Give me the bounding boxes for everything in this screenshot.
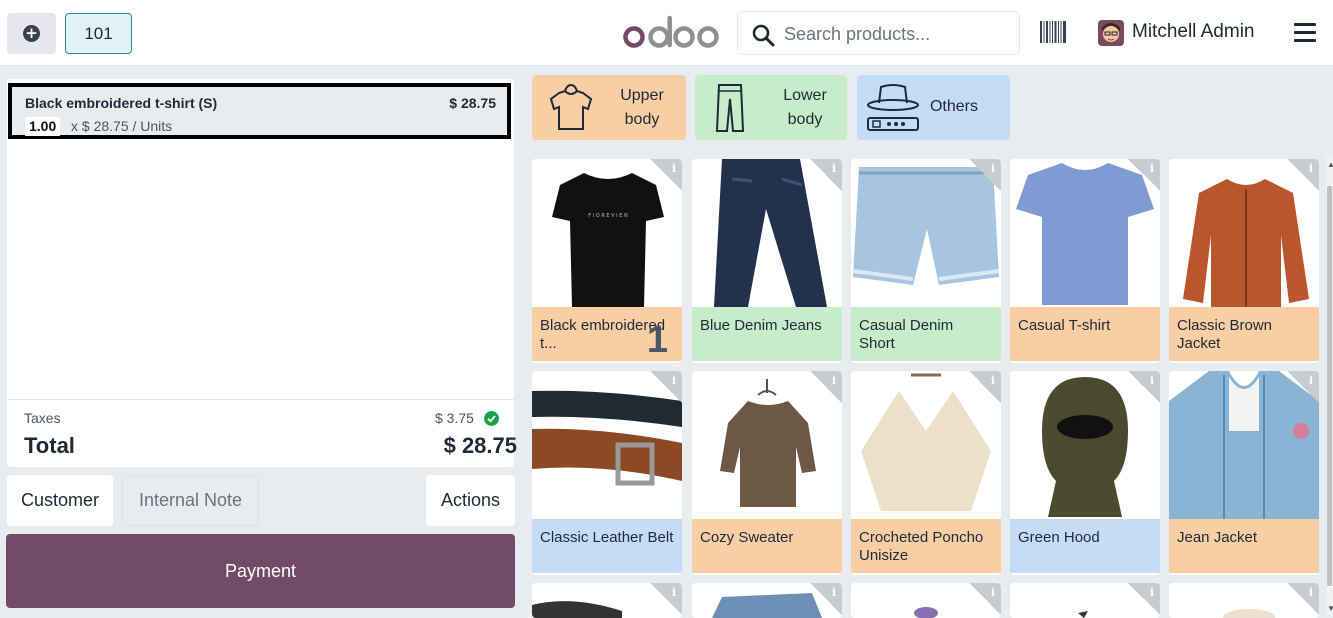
order-line-unit-price: x $ 28.75 / Units [71,118,173,134]
info-icon[interactable]: i [991,374,995,387]
product-name: Crocheted Poncho Unisize [851,519,1001,573]
info-corner [1128,583,1160,615]
info-corner [650,159,682,191]
category-lower-body[interactable]: Lower body [695,75,847,140]
search-input[interactable] [784,20,1009,48]
top-bar: + 101 Mitchell Admin [0,0,1333,66]
info-icon[interactable]: i [832,162,836,175]
product-name: Casual T-shirt [1010,307,1160,361]
product-card-partial[interactable]: i [1010,583,1160,618]
order-line-price: $ 28.75 [449,95,496,111]
hamburger-menu-icon[interactable] [1294,23,1316,43]
product-name: Jean Jacket [1169,519,1319,573]
info-icon[interactable]: i [991,162,995,175]
order-line-selected[interactable]: Black embroidered t-shirt (S) $ 28.75 1.… [8,83,511,139]
taxes-label: Taxes [24,410,61,426]
info-corner [969,159,1001,191]
category-upper-body[interactable]: Upper body [532,75,686,140]
info-icon[interactable]: i [1309,586,1313,599]
info-icon[interactable]: i [1150,162,1154,175]
category-label: Lower [783,87,827,104]
user-avatar[interactable] [1098,20,1124,46]
payment-button[interactable]: Payment [6,534,515,608]
new-order-button[interactable]: + [7,13,56,54]
category-label-2: body [624,111,660,128]
product-name: Casual Denim Short [851,307,1001,361]
search-icon [752,24,775,47]
info-corner [1128,371,1160,403]
info-corner [1287,159,1319,191]
plus-circle-icon: + [23,25,40,42]
info-corner [810,159,842,191]
product-card-partial[interactable]: i [1169,583,1319,618]
divider [7,399,514,400]
info-corner [1128,159,1160,191]
total-label: Total [24,433,75,458]
product-card-black-tshirt[interactable]: F I O R E V I E N Black embroidered t...… [532,159,682,363]
info-icon[interactable]: i [832,374,836,387]
product-name: Blue Denim Jeans [692,307,842,361]
product-name: Classic Brown Jacket [1169,307,1319,361]
info-corner [1287,583,1319,615]
total-value: $ 28.75 [443,433,517,458]
product-card-crocheted-poncho[interactable]: Crocheted Poncho Unisize i [851,371,1001,575]
info-icon[interactable]: i [672,586,676,599]
info-icon[interactable]: i [672,162,676,175]
tshirt-icon [549,83,593,130]
actions-button[interactable]: Actions [426,475,515,526]
info-icon[interactable]: i [1150,586,1154,599]
info-icon[interactable]: i [672,374,676,387]
info-icon[interactable]: i [832,586,836,599]
info-icon[interactable]: i [1309,162,1313,175]
category-label: Upper [620,87,664,104]
product-search[interactable] [737,11,1020,55]
product-card-jean-jacket[interactable]: Jean Jacket i [1169,371,1319,575]
hat-belt-icon [867,84,919,131]
info-icon[interactable]: i [1309,374,1313,387]
info-corner [650,371,682,403]
product-card-leather-belt[interactable]: Classic Leather Belt i [532,371,682,575]
scroll-down-arrow-icon[interactable]: ▼ [1327,604,1333,613]
product-card-green-hood[interactable]: Green Hood i [1010,371,1160,575]
order-line-name: Black embroidered t-shirt (S) [25,95,218,111]
category-label: Others [929,98,978,115]
pants-icon [715,84,745,132]
odoo-logo [623,15,719,48]
scroll-up-arrow-icon[interactable]: ▲ [1327,160,1333,169]
category-label-2: body [787,111,823,128]
product-card-partial[interactable]: i [532,583,682,618]
info-corner [1287,371,1319,403]
info-corner [969,583,1001,615]
order-line-qty: 1.00 [25,117,61,136]
product-qty-badge: 1 [646,319,668,361]
product-name: Classic Leather Belt [532,519,682,573]
product-card-partial[interactable]: i [692,583,842,618]
user-name[interactable]: Mitchell Admin [1132,21,1255,43]
product-card-casual-tshirt[interactable]: Casual T-shirt i [1010,159,1160,363]
product-name: Cozy Sweater [692,519,842,573]
customer-button[interactable]: Customer [7,475,113,526]
category-others[interactable]: Others [857,75,1010,140]
info-icon[interactable]: i [1150,374,1154,387]
product-card-blue-jeans[interactable]: Blue Denim Jeans i [692,159,842,363]
taxes-value: $ 3.75 [435,410,474,426]
table-button[interactable]: 101 [65,13,132,54]
product-card-denim-short[interactable]: Casual Denim Short i [851,159,1001,363]
info-corner [810,371,842,403]
product-name: Green Hood [1010,519,1160,573]
info-corner [810,583,842,615]
product-card-partial[interactable]: i [851,583,1001,618]
internal-note-button[interactable]: Internal Note [122,475,259,526]
product-card-cozy-sweater[interactable]: Cozy Sweater i [692,371,842,575]
products-scrollbar[interactable] [1326,156,1333,614]
info-corner [969,371,1001,403]
barcode-icon[interactable] [1040,21,1066,43]
info-corner [650,583,682,615]
info-icon[interactable]: i [991,586,995,599]
check-circle-icon [484,411,499,426]
product-card-brown-jacket[interactable]: Classic Brown Jacket i [1169,159,1319,363]
svg-text:F I O R E V I E N: F I O R E V I E N [588,213,628,219]
